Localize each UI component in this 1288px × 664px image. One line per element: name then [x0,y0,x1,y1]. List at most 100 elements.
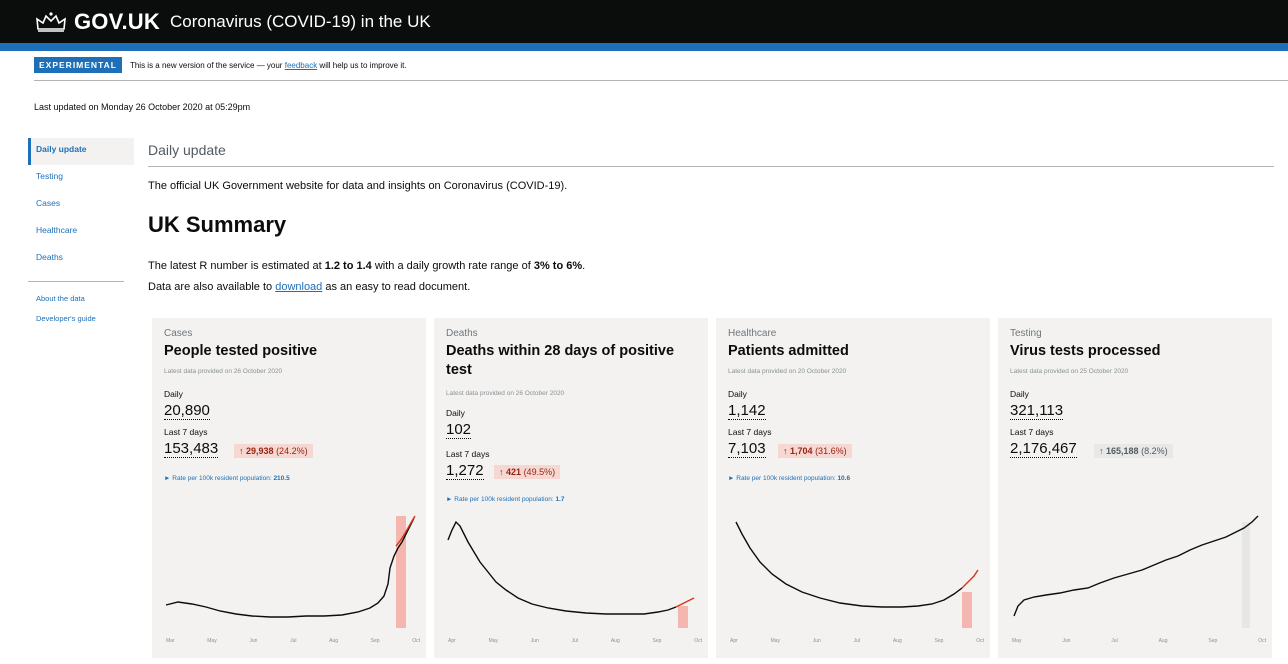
x-tick: Aug [610,638,620,644]
card-healthcare: Healthcare Patients admitted Latest data… [716,318,990,658]
triangle-right-icon: ► [446,496,453,503]
chart-x-axis: Mar May Jun Jul Aug Sep Oct [166,638,420,644]
card-category: Cases [164,328,193,339]
card-provided-date: Latest data provided on 25 October 2020 [1010,368,1129,375]
rate-toggle[interactable]: ► Rate per 100k resident population: 10.… [728,475,850,482]
change-value: 421 [506,467,522,477]
card-title[interactable]: Patients admitted [728,342,983,361]
summary-title: UK Summary [148,212,287,237]
daily-label: Daily [446,408,465,418]
card-provided-date: Latest data provided on 20 October 2020 [728,368,847,375]
last7-value[interactable]: 1,272 [446,462,484,480]
x-tick: Sep [652,638,662,644]
sidebar-link-about-data[interactable]: About the data [28,292,134,312]
growth-rate-value: 3% to 6% [533,260,583,272]
last7-label: Last 7 days [446,449,490,459]
x-tick: Aug [892,638,902,644]
x-tick: Jun [812,638,821,644]
x-tick: Jun [530,638,539,644]
last7-value[interactable]: 153,483 [164,440,219,458]
triangle-right-icon: ► [164,475,171,482]
intro-text: The official UK Government website for d… [148,180,568,192]
chart-x-axis: Apr May Jun Jul Aug Sep Oct [730,638,984,644]
last7-value[interactable]: 2,176,467 [1010,440,1077,458]
change-badge: ↑ 29,938 (24.2%) [234,444,313,458]
x-tick: Sep [1208,638,1218,644]
daily-value[interactable]: 102 [446,421,472,439]
experimental-tag: EXPERIMENTAL [34,57,122,73]
sidebar-item-daily-update[interactable]: Daily update [28,138,134,165]
recent-week-highlight [1242,522,1250,628]
deaths-trend-chart [447,520,695,628]
arrow-up-icon: ↑ [1099,446,1104,456]
x-tick: Sep [934,638,944,644]
x-tick: Jun [1062,638,1071,644]
change-value: 165,188 [1106,446,1139,456]
sidebar-item-healthcare[interactable]: Healthcare [28,219,134,246]
card-title[interactable]: Virus tests processed [1010,342,1265,361]
x-tick: May [770,638,781,644]
arrow-up-icon: ↑ [499,467,504,477]
sidebar-item-testing[interactable]: Testing [28,165,134,192]
x-tick: Apr [730,638,738,644]
rate-label: Rate per 100k resident population: [454,496,554,503]
sidebar-item-cases[interactable]: Cases [28,192,134,219]
phase-banner: EXPERIMENTAL This is a new version of th… [34,57,407,73]
last-updated-text: Last updated on Monday 26 October 2020 a… [34,102,251,112]
x-tick: Oct [1258,638,1266,644]
feedback-link[interactable]: feedback [285,61,317,70]
phase-banner-text: This is a new version of the service — y… [130,61,407,70]
rate-value: 210.5 [273,475,290,482]
x-tick: Oct [976,638,984,644]
deaths-line [447,520,677,615]
x-tick: Mar [166,638,175,644]
download-link[interactable]: download [275,281,322,293]
testing-line [1013,515,1259,617]
r-text-middle: with a daily growth rate range of [374,260,531,272]
daily-value[interactable]: 20,890 [164,402,210,420]
sidebar-divider [28,281,124,282]
card-category: Healthcare [728,328,777,339]
rate-label: Rate per 100k resident population: [172,475,272,482]
last7-value[interactable]: 7,103 [728,440,766,458]
card-category: Testing [1010,328,1042,339]
r-value: 1.2 to 1.4 [324,260,372,272]
deaths-recent-line [675,597,695,608]
heading-divider [148,166,1274,167]
healthcare-trend-chart [735,521,979,628]
change-percent: (49.5%) [523,467,556,477]
download-text: Data are also available to download as a… [148,281,470,293]
healthcare-recent-line [961,569,979,589]
last7-label: Last 7 days [728,427,772,437]
download-text-before: Data are also available to [148,281,273,293]
card-cases: Cases People tested positive Latest data… [152,318,426,658]
arrow-up-icon: ↑ [239,446,244,456]
download-text-after: as an easy to read document. [325,281,471,293]
x-tick: Jul [571,638,579,644]
recent-week-highlight [962,592,972,628]
govuk-logo-link[interactable]: GOV.UK [74,9,160,35]
last7-label: Last 7 days [1010,427,1054,437]
rate-toggle[interactable]: ► Rate per 100k resident population: 210… [164,475,290,482]
x-tick: Oct [694,638,702,644]
last7-label: Last 7 days [164,427,208,437]
r-text-before: The latest R number is estimated at [148,260,322,272]
x-tick: Aug [329,638,339,644]
card-title[interactable]: People tested positive [164,342,419,361]
change-badge: ↑ 1,704 (31.6%) [778,444,852,458]
change-value: 1,704 [790,446,813,456]
daily-value[interactable]: 321,113 [1010,402,1064,420]
change-percent: (24.2%) [276,446,308,456]
phase-text-before: This is a new version of the service — y… [129,60,283,70]
daily-value[interactable]: 1,142 [728,402,766,420]
sidebar-link-developers-guide[interactable]: Developer's guide [28,312,134,332]
x-tick: Jul [853,638,861,644]
healthcare-line [735,521,963,608]
rate-toggle[interactable]: ► Rate per 100k resident population: 1.7 [446,496,564,503]
change-percent: (31.6%) [815,446,847,456]
service-name-link[interactable]: Coronavirus (COVID-19) in the UK [170,12,431,32]
x-tick: May [1012,638,1022,644]
card-title[interactable]: Deaths within 28 days of positive test [446,342,701,380]
x-tick: Aug [1158,638,1168,644]
sidebar-item-deaths[interactable]: Deaths [28,246,134,273]
